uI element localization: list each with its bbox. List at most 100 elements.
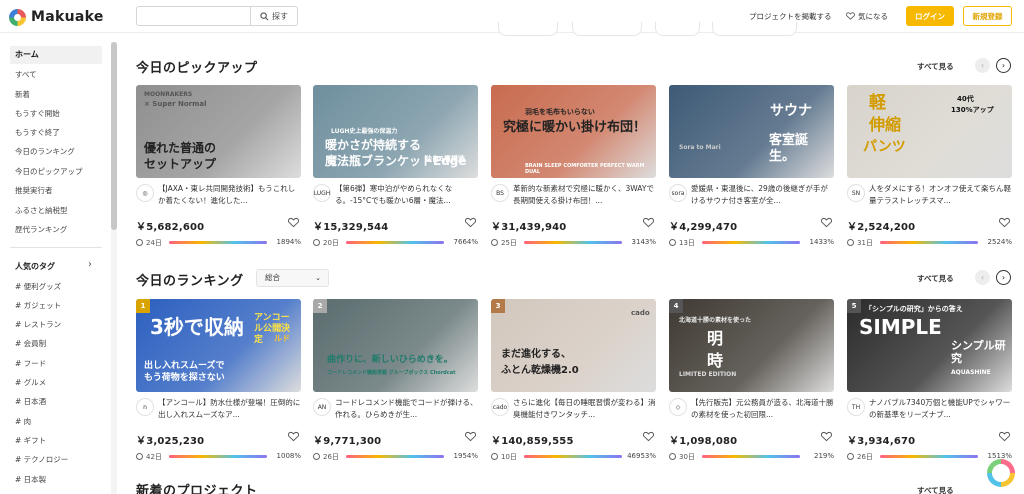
project-thumbnail[interactable]: 明時 LIMITED EDITION 北海道十勝の素材を使った 4 (669, 299, 834, 392)
category-chip[interactable] (572, 22, 642, 36)
sidebar-item-home[interactable]: ホーム (10, 46, 102, 64)
thumbnail-text: 暖かさが持続する (325, 138, 422, 152)
heart-icon (846, 12, 855, 20)
tag-item[interactable]: # 日本酒 (15, 396, 46, 407)
project-title[interactable]: コードレコメンド機能でコードが弾ける、作れる。ひらめきが生... (335, 397, 478, 421)
new-projects-see-all[interactable]: すべて見る (917, 485, 954, 494)
sidebar-scroll-thumb[interactable] (111, 42, 117, 230)
favorite-heart-icon[interactable] (999, 217, 1010, 228)
ranking-prev-button[interactable]: ‹ (975, 270, 990, 285)
tag-item[interactable]: # 日本製 (15, 474, 46, 485)
owner-avatar[interactable]: AN (313, 398, 331, 416)
chevron-right-icon[interactable]: › (88, 259, 92, 270)
owner-avatar[interactable]: n (136, 398, 154, 416)
favorite-heart-icon[interactable] (288, 217, 299, 228)
pickup-prev-button[interactable]: ‹ (975, 58, 990, 73)
favorite-heart-icon[interactable] (643, 217, 654, 228)
owner-avatar[interactable]: ◎ (136, 184, 154, 202)
project-thumbnail[interactable]: LUGH史上最強の保温力 暖かさが持続する 魔法瓶ブランケットEdge 独自6層構造 (313, 85, 478, 178)
search-box: 探す (136, 6, 298, 26)
owner-avatar[interactable]: sora (669, 184, 687, 202)
owner-avatar[interactable]: cado (491, 398, 509, 416)
tag-item[interactable]: # ガジェット (15, 300, 61, 311)
thumbnail-text: コードレコメンド機能搭載 グルーブボックス Chordcat (327, 370, 456, 376)
favorite-heart-icon[interactable] (465, 431, 476, 442)
days-remaining: 13日 (669, 238, 695, 248)
logo-icon (9, 8, 26, 26)
project-thumbnail[interactable]: 「シンプルの研究」からの答え SIMPLE シンプル研究 AQUASHINE 5 (847, 299, 1012, 392)
thumbnail-text: 究極に暖かい掛け布団！ (503, 120, 647, 135)
favorite-heart-icon[interactable] (821, 217, 832, 228)
project-thumbnail[interactable]: サウナ 客室誕生。 Sora to Mari (669, 85, 834, 178)
search-button[interactable]: 探す (250, 7, 297, 25)
sidebar-item-ending-soon[interactable]: もうすぐ終了 (10, 124, 102, 142)
tag-item[interactable]: # グルメ (15, 377, 46, 388)
search-input[interactable] (137, 7, 250, 25)
project-title[interactable]: 【先行販売】元公務員が造る、北海道十勝の素材を使った初回限... (691, 397, 834, 421)
tag-item[interactable]: # フード (15, 358, 46, 369)
tag-item[interactable]: # ギフト (15, 435, 46, 446)
tag-item[interactable]: # 肉 (15, 416, 31, 427)
project-title[interactable]: ナノバブル7340万個と機能UPでシャワーの新基準をリーズナブ... (869, 397, 1012, 421)
project-title[interactable]: 愛媛県・東温後に、29歳の後継ぎが手がけるサウナ付き客室が全... (691, 183, 834, 207)
project-thumbnail[interactable]: 軽伸縮 パンツ 40代 130%アップ (847, 85, 1012, 178)
sidebar-item-all[interactable]: すべて (10, 66, 102, 84)
tag-item[interactable]: # 便利グッズ (15, 281, 61, 292)
sidebar-item-starting-soon[interactable]: もうすぐ開始 (10, 105, 102, 123)
owner-avatar[interactable]: LUGH (313, 184, 331, 202)
makuake-logo[interactable]: Makuake (9, 8, 104, 26)
pickup-see-all[interactable]: すべて見る (917, 61, 954, 72)
favorite-heart-icon[interactable] (999, 431, 1010, 442)
owner-avatar[interactable]: SN (847, 184, 865, 202)
favorite-heart-icon[interactable] (821, 431, 832, 442)
favorite-heart-icon[interactable] (465, 217, 476, 228)
signup-button[interactable]: 新規登録 (963, 6, 1012, 26)
search-button-label: 探す (272, 11, 288, 21)
ranking-filter-select[interactable]: 総合 ⌄ (256, 269, 329, 287)
favorite-heart-icon[interactable] (288, 431, 299, 442)
owner-avatar[interactable]: ◇ (669, 398, 687, 416)
days-remaining: 26日 (313, 452, 339, 462)
thumbnail-text: 北海道十勝の素材を使った (679, 317, 752, 324)
tag-item[interactable]: # テクノロジー (15, 454, 68, 465)
owner-avatar[interactable]: TH (847, 398, 865, 416)
project-title[interactable]: さらに進化【毎日の睡眠習慣が変わる】消臭機能付きワンタッチ... (513, 397, 656, 421)
post-project-link[interactable]: プロジェクトを掲載する (749, 11, 832, 22)
owner-avatar[interactable]: BS (491, 184, 509, 202)
sidebar-item-pickup[interactable]: 今日のピックアップ (10, 163, 102, 181)
sidebar-item-new[interactable]: 新着 (10, 86, 102, 104)
funding-amount: ￥3,934,670 (847, 436, 916, 447)
thumbnail-text: 3秒で収納 (150, 315, 244, 339)
thumbnail-text: 曲作りに、新しいひらめきを。 (327, 355, 453, 365)
project-title[interactable]: 人をダメにする！オンオフ使えて楽ちん軽量テラストレッチスマ... (869, 183, 1012, 207)
project-title[interactable]: 革新的な新素材で究極に暖かく、3WAYで長期間使える掛け布団！... (513, 183, 656, 207)
favorites-link[interactable]: 気になる (846, 11, 888, 22)
ranking-see-all[interactable]: すべて見る (917, 273, 954, 284)
pickup-next-button[interactable]: › (996, 58, 1011, 73)
project-title[interactable]: 【アンコール】防水仕様が登場！圧倒的に出し入れスムーズなア... (158, 397, 301, 421)
sidebar-item-ranking[interactable]: 今日のランキング (10, 143, 102, 161)
days-remaining: 26日 (847, 452, 873, 462)
category-chip[interactable] (498, 22, 558, 36)
makuake-floating-badge[interactable] (987, 459, 1015, 487)
login-button[interactable]: ログイン (906, 6, 954, 26)
category-chip[interactable] (655, 22, 700, 36)
project-title[interactable]: 【第6弾】寒中泊がやめられなくなる。-15°Cでも暖かい6層・魔法... (335, 183, 478, 207)
favorite-heart-icon[interactable] (643, 431, 654, 442)
project-thumbnail[interactable]: 羽毛を毛布もいらない 究極に暖かい掛け布団！ BRAIN SLEEP COMFORT… (491, 85, 656, 178)
funding-percent: 219% (813, 452, 834, 460)
funding-percent: 1433% (809, 238, 834, 246)
tag-item[interactable]: # 会員制 (15, 338, 46, 349)
tag-item[interactable]: # レストラン (15, 319, 61, 330)
project-title[interactable]: 【JAXA・東レ共同開発技術】もうこれしか着たくない！進化した... (158, 183, 301, 207)
project-thumbnail[interactable]: まだ進化する、 ふとん乾燥機2.0 cado 3 (491, 299, 656, 392)
project-thumbnail[interactable]: MOONRAKERS × Super Normal 優れた普通の セットアップ (136, 85, 301, 178)
sidebar-item-recommended[interactable]: 推奨実行者 (10, 182, 102, 200)
rank-badge: 3 (491, 299, 505, 313)
sidebar-item-history-ranking[interactable]: 歴代ランキング (10, 221, 102, 239)
ranking-next-button[interactable]: › (996, 270, 1011, 285)
project-thumbnail[interactable]: 3秒で収納 出し入れスムーズで もう荷物を探さない ゴールド アンコール公開決定 1 (136, 299, 301, 392)
project-thumbnail[interactable]: 曲作りに、新しいひらめきを。コードレコメンド機能搭載 グルーブボックス Chor… (313, 299, 478, 392)
sidebar-item-furusato[interactable]: ふるさと納税型 (10, 202, 102, 220)
category-chip[interactable] (712, 22, 797, 36)
